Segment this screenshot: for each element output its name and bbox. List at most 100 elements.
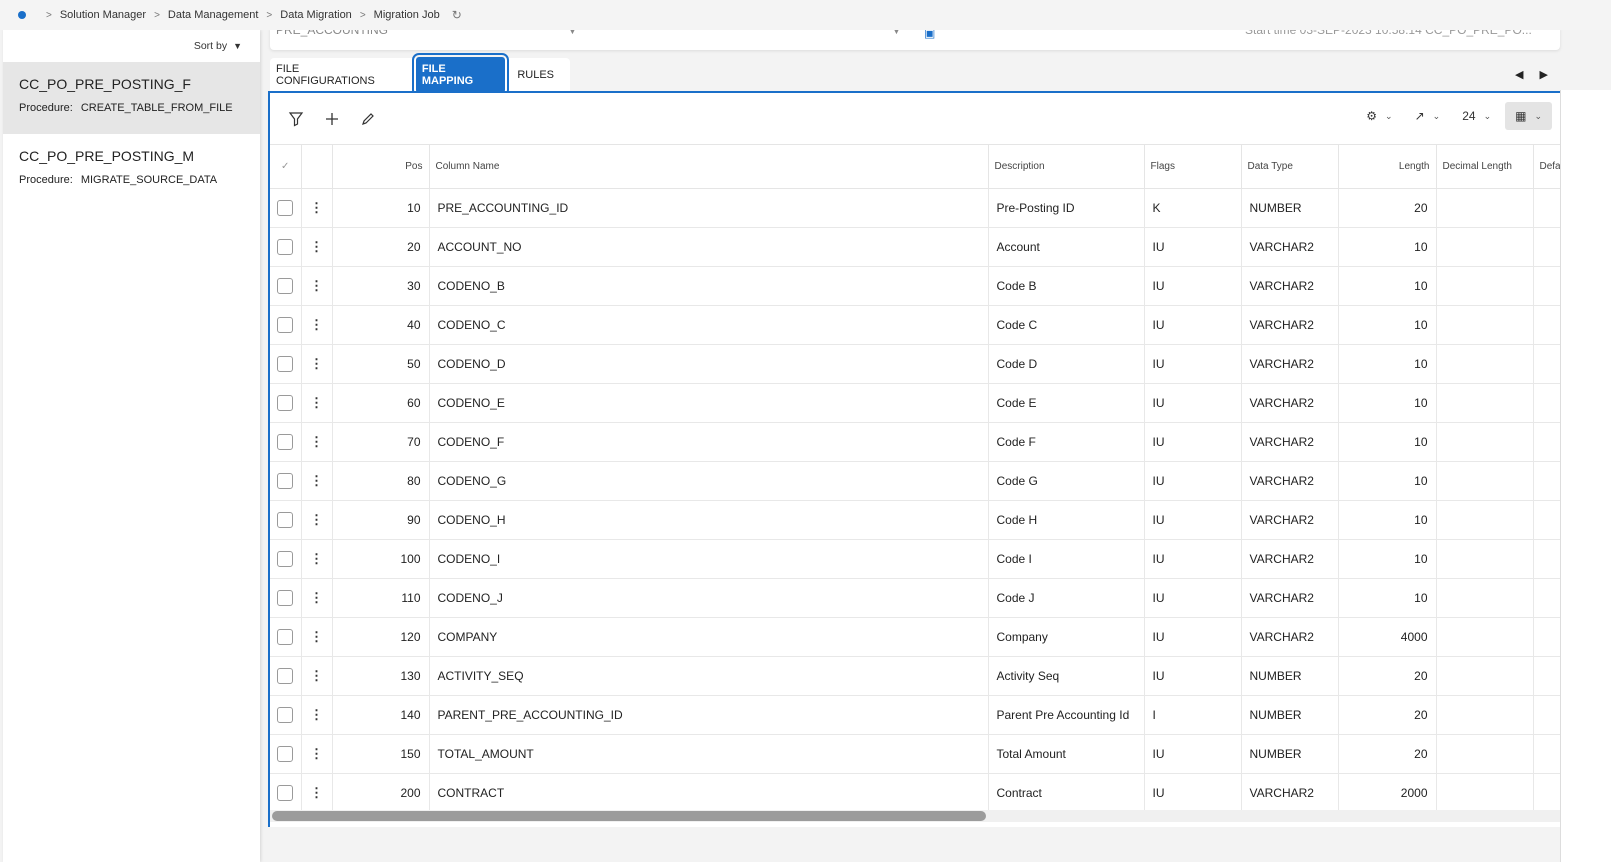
- actions-cell[interactable]: ⋮: [301, 656, 333, 696]
- tab-file-mapping[interactable]: FILE MAPPING: [411, 53, 510, 97]
- actions-cell[interactable]: ⋮: [301, 617, 333, 657]
- actions-cell[interactable]: ⋮: [301, 734, 333, 774]
- more-actions-icon[interactable]: ⋮: [302, 356, 332, 372]
- row-checkbox[interactable]: [277, 629, 294, 645]
- checkbox-cell[interactable]: [270, 266, 302, 306]
- more-actions-icon[interactable]: ⋮: [302, 317, 332, 333]
- arrow-left-icon[interactable]: ◀: [1515, 69, 1539, 81]
- more-actions-icon[interactable]: ⋮: [302, 551, 332, 567]
- checkbox-cell[interactable]: [270, 305, 302, 345]
- page-size-select[interactable]: 24 ⌄: [1462, 109, 1491, 123]
- actions-cell[interactable]: ⋮: [301, 188, 333, 228]
- actions-cell[interactable]: ⋮: [301, 539, 333, 579]
- home-icon[interactable]: [18, 11, 26, 19]
- table-row[interactable]: ⋮ 150 TOTAL_AMOUNT Total Amount IU NUMBER 20: [270, 734, 1560, 774]
- table-row[interactable]: ⋮ 10 PRE_ACCOUNTING_ID Pre-Posting ID K NUMBE…: [270, 188, 1560, 228]
- table-row[interactable]: ⋮ 60 CODENO_E Code E IU VARCHAR2 10: [270, 383, 1560, 423]
- more-actions-icon[interactable]: ⋮: [302, 707, 332, 723]
- sidebar-item[interactable]: CC_PO_PRE_POSTING_M Procedure: MIGRATE_SO…: [3, 134, 260, 206]
- tab-rules[interactable]: RULES: [511, 63, 560, 87]
- table-row[interactable]: ⋮ 80 CODENO_G Code G IU VARCHAR2 10: [270, 461, 1560, 501]
- table-row[interactable]: ⋮ 130 ACTIVITY_SEQ Activity Seq IU NUMBER 20: [270, 656, 1560, 696]
- actions-cell[interactable]: ⋮: [301, 344, 333, 384]
- row-checkbox[interactable]: [277, 590, 294, 606]
- actions-cell[interactable]: ⋮: [301, 383, 333, 423]
- checkbox-cell[interactable]: [270, 344, 302, 384]
- breadcrumb-item[interactable]: Solution Manager: [60, 9, 146, 21]
- column-header-flags[interactable]: Flags: [1144, 144, 1242, 189]
- row-checkbox[interactable]: [277, 356, 294, 372]
- table-row[interactable]: ⋮ 70 CODENO_F Code F IU VARCHAR2 10: [270, 422, 1560, 462]
- column-header-data-type[interactable]: Data Type: [1241, 144, 1339, 189]
- checkbox-cell[interactable]: [270, 656, 302, 696]
- more-actions-icon[interactable]: ⋮: [302, 473, 332, 489]
- checkbox-cell[interactable]: [270, 578, 302, 618]
- table-row[interactable]: ⋮ 40 CODENO_C Code C IU VARCHAR2 10: [270, 305, 1560, 345]
- actions-cell[interactable]: ⋮: [301, 773, 333, 813]
- breadcrumb-item[interactable]: Migration Job: [374, 9, 440, 21]
- more-actions-icon[interactable]: ⋮: [302, 629, 332, 645]
- refresh-icon[interactable]: ↻: [452, 8, 462, 22]
- checkbox-cell[interactable]: [270, 383, 302, 423]
- checkbox-cell[interactable]: [270, 227, 302, 267]
- column-header-length[interactable]: Length: [1338, 144, 1437, 189]
- row-checkbox[interactable]: [277, 278, 294, 294]
- column-header-pos[interactable]: Pos: [332, 144, 430, 189]
- add-icon[interactable]: [322, 109, 342, 129]
- sidebar-item[interactable]: CC_PO_PRE_POSTING_F Procedure: CREATE_TAB…: [3, 62, 260, 134]
- more-actions-icon[interactable]: ⋮: [302, 200, 332, 216]
- actions-cell[interactable]: ⋮: [301, 578, 333, 618]
- actions-cell[interactable]: ⋮: [301, 422, 333, 462]
- checkbox-cell[interactable]: [270, 734, 302, 774]
- breadcrumb-item[interactable]: Data Migration: [280, 9, 352, 21]
- more-actions-icon[interactable]: ⋮: [302, 590, 332, 606]
- checkbox-cell[interactable]: [270, 695, 302, 735]
- checkbox-cell[interactable]: [270, 500, 302, 540]
- more-actions-icon[interactable]: ⋮: [302, 668, 332, 684]
- edit-icon[interactable]: [358, 109, 378, 129]
- table-row[interactable]: ⋮ 90 CODENO_H Code H IU VARCHAR2 10: [270, 500, 1560, 540]
- row-checkbox[interactable]: [277, 707, 294, 723]
- actions-cell[interactable]: ⋮: [301, 461, 333, 501]
- filter-icon[interactable]: [286, 109, 306, 129]
- table-row[interactable]: ⋮ 100 CODENO_I Code I IU VARCHAR2 10: [270, 539, 1560, 579]
- row-checkbox[interactable]: [277, 317, 294, 333]
- table-row[interactable]: ⋮ 20 ACCOUNT_NO Account IU VARCHAR2 10: [270, 227, 1560, 267]
- column-header-decimal-length[interactable]: Decimal Length: [1436, 144, 1534, 189]
- checkbox-cell[interactable]: [270, 422, 302, 462]
- actions-cell[interactable]: ⋮: [301, 266, 333, 306]
- table-row[interactable]: ⋮ 140 PARENT_PRE_ACCOUNTING_ID Parent Pre A…: [270, 695, 1560, 735]
- actions-cell[interactable]: ⋮: [301, 227, 333, 267]
- more-actions-icon[interactable]: ⋮: [302, 746, 332, 762]
- more-actions-icon[interactable]: ⋮: [302, 434, 332, 450]
- row-checkbox[interactable]: [277, 746, 294, 762]
- table-row[interactable]: ⋮ 50 CODENO_D Code D IU VARCHAR2 10: [270, 344, 1560, 384]
- row-checkbox[interactable]: [277, 512, 294, 528]
- row-checkbox[interactable]: [277, 395, 294, 411]
- arrow-right-icon[interactable]: ▶: [1539, 69, 1563, 81]
- row-checkbox[interactable]: [277, 239, 294, 255]
- table-row[interactable]: ⋮ 120 COMPANY Company IU VARCHAR2 4000: [270, 617, 1560, 657]
- more-actions-icon[interactable]: ⋮: [302, 239, 332, 255]
- more-actions-icon[interactable]: ⋮: [302, 785, 332, 801]
- row-checkbox[interactable]: [277, 434, 294, 450]
- checkbox-cell[interactable]: [270, 539, 302, 579]
- more-actions-icon[interactable]: ⋮: [302, 395, 332, 411]
- tab-file-configurations[interactable]: FILE CONFIGURATIONS: [270, 57, 406, 93]
- table-row[interactable]: ⋮ 110 CODENO_J Code J IU VARCHAR2 10: [270, 578, 1560, 618]
- checkbox-cell[interactable]: [270, 617, 302, 657]
- actions-cell[interactable]: ⋮: [301, 695, 333, 735]
- row-checkbox[interactable]: [277, 668, 294, 684]
- actions-cell[interactable]: ⋮: [301, 305, 333, 345]
- horizontal-scrollbar[interactable]: [270, 810, 1560, 822]
- more-actions-icon[interactable]: ⋮: [302, 512, 332, 528]
- scrollbar-thumb[interactable]: [272, 811, 986, 821]
- export-menu[interactable]: ↗ ⌄: [1415, 109, 1441, 123]
- row-checkbox[interactable]: [277, 473, 294, 489]
- row-checkbox[interactable]: [277, 785, 294, 801]
- column-header-default[interactable]: Defa: [1533, 144, 1560, 189]
- view-mode-select[interactable]: ▦ ⌄: [1505, 102, 1552, 130]
- column-header-description[interactable]: Description: [988, 144, 1145, 189]
- settings-menu[interactable]: ⚙ ⌄: [1366, 109, 1392, 123]
- row-checkbox[interactable]: [277, 551, 294, 567]
